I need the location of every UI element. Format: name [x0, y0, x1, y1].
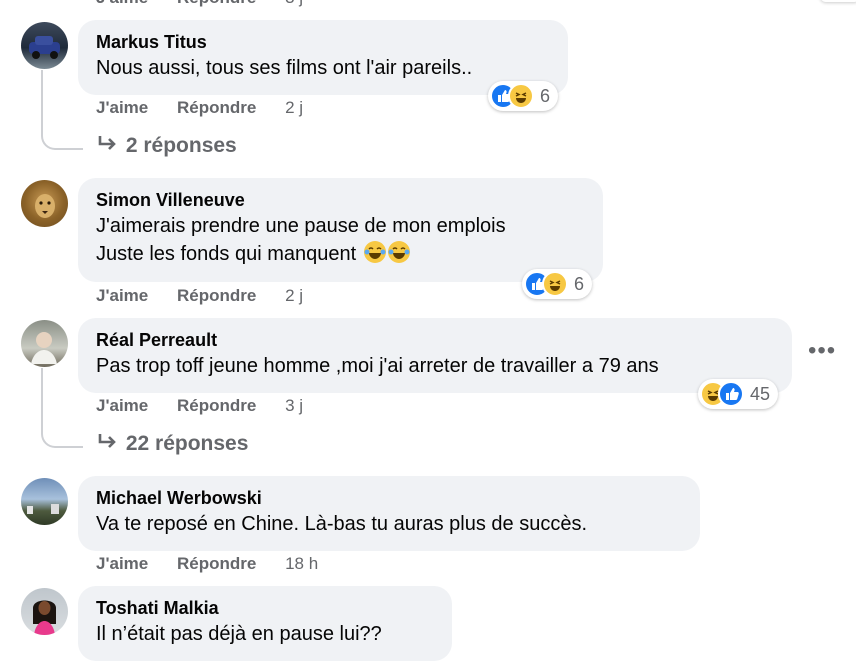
comment-text-line-2-text: Juste les fonds qui manquent: [96, 243, 357, 265]
avatar[interactable]: [21, 478, 68, 525]
tears-of-joy-emoji-icon: [387, 241, 410, 263]
avatar[interactable]: [21, 320, 68, 367]
replies-label: 22 réponses: [125, 432, 249, 455]
comment-text-line-2: Juste les fonds qui manquent: [96, 240, 585, 268]
view-replies-button[interactable]: 22 réponses: [96, 432, 248, 456]
thread-connector: [41, 70, 83, 150]
view-replies-button[interactable]: 2 réponses: [96, 134, 237, 158]
reaction-summary[interactable]: 6: [488, 81, 559, 111]
like-button[interactable]: J'aime: [96, 396, 148, 416]
comment-time[interactable]: 3 j: [285, 0, 303, 8]
reply-arrow-icon: [96, 432, 126, 455]
comment-author[interactable]: Michael Werbowski: [96, 486, 682, 510]
comment-actions: J'aime Répondre 18 h: [96, 554, 318, 574]
reaction-count: 45: [750, 383, 771, 404]
thread-connector: [41, 368, 83, 448]
reply-button[interactable]: Répondre: [177, 554, 256, 574]
reaction-summary[interactable]: 6: [522, 269, 593, 299]
like-reaction-icon: [718, 381, 744, 407]
reply-button[interactable]: Répondre: [177, 98, 256, 118]
reply-button[interactable]: Répondre: [177, 396, 256, 416]
comment-text-line-1: J'aimerais prendre une pause de mon empl…: [96, 215, 506, 237]
comment-actions-partial: J'aime Répondre 3 j: [96, 0, 303, 8]
comment-time[interactable]: 2 j: [285, 286, 303, 306]
comment-bubble: Toshati Malkia Il n’était pas déjà en pa…: [78, 586, 452, 661]
reply-arrow-icon: [96, 134, 126, 157]
reply-button[interactable]: Répondre: [177, 286, 256, 306]
comment-author[interactable]: Markus Titus: [96, 30, 550, 54]
landscape-photo-icon: [27, 504, 59, 514]
reaction-summary-partial[interactable]: [820, 0, 856, 2]
reply-button[interactable]: Répondre: [177, 0, 256, 8]
comment-author[interactable]: Toshati Malkia: [96, 596, 434, 620]
comment-bubble: Simon Villeneuve J'aimerais prendre une …: [78, 178, 603, 282]
comment-text: Nous aussi, tous ses films ont l'air par…: [96, 57, 473, 79]
car-photo-icon: [29, 36, 60, 59]
haha-reaction-icon: [542, 271, 568, 297]
like-button[interactable]: J'aime: [96, 98, 148, 118]
comment-bubble: Réal Perreault Pas trop toff jeune homme…: [78, 318, 792, 393]
reaction-count: 6: [574, 273, 585, 294]
reaction-summary[interactable]: 45: [698, 379, 779, 409]
comment-time[interactable]: 2 j: [285, 98, 303, 118]
comment-author[interactable]: Simon Villeneuve: [96, 188, 585, 212]
comment-author[interactable]: Réal Perreault: [96, 328, 774, 352]
comment-text: Il n’était pas déjà en pause lui??: [96, 623, 382, 645]
comment-time[interactable]: 3 j: [285, 396, 303, 416]
comment-text: Pas trop toff jeune homme ,moi j'ai arre…: [96, 355, 659, 377]
comment-actions: J'aime Répondre 3 j: [96, 396, 303, 416]
replies-label: 2 réponses: [125, 134, 237, 157]
like-button[interactable]: J'aime: [96, 554, 148, 574]
person-photo-icon: [33, 600, 56, 635]
comment-bubble: Michael Werbowski Va te reposé en Chine.…: [78, 476, 700, 551]
haha-reaction-icon: [508, 83, 534, 109]
comment-actions: J'aime Répondre 2 j: [96, 286, 303, 306]
lion-photo-icon: [35, 194, 55, 218]
avatar[interactable]: [21, 22, 68, 69]
tears-of-joy-emoji-icon: [363, 241, 386, 263]
like-button[interactable]: J'aime: [96, 286, 148, 306]
avatar[interactable]: [21, 588, 68, 635]
reaction-count: 6: [540, 85, 551, 106]
comment-actions: J'aime Répondre 2 j: [96, 98, 303, 118]
person-photo-icon: [31, 332, 57, 364]
like-button[interactable]: J'aime: [96, 0, 148, 8]
more-options-icon[interactable]: •••: [808, 339, 836, 363]
comment-time[interactable]: 18 h: [285, 554, 318, 574]
avatar[interactable]: [21, 180, 68, 227]
comment-text: Va te reposé en Chine. Là-bas tu auras p…: [96, 513, 588, 535]
